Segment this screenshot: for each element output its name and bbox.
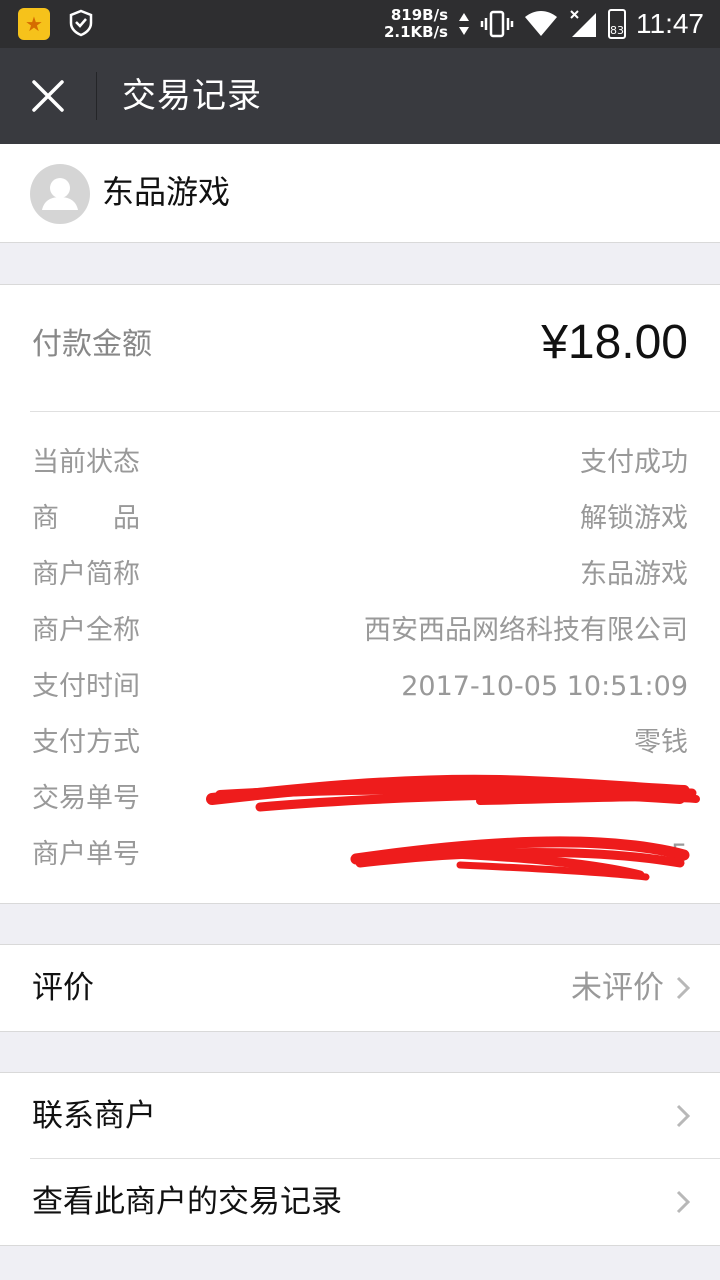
detail-value: 零钱 [634,727,688,758]
detail-value: 解锁游戏 [580,503,688,534]
battery-icon: 83 [608,9,626,39]
detail-row-merchant-short: 商户简称 东品游戏 [32,555,688,595]
merchant-history-label: 查看此商户的交易记录 [32,1184,342,1220]
title-bar: 交易记录 [0,48,720,144]
merchant-header[interactable]: 东品游戏 [0,144,720,243]
detail-label: 商 品 [32,503,140,534]
chevron-right-icon [676,976,690,1000]
network-speed: 819B/s 2.1KB/s [384,7,448,41]
contact-merchant-item[interactable]: 联系商户 [0,1073,720,1159]
page-title: 交易记录 [122,76,262,116]
status-bar: ★ 819B/s 2.1KB/s 83 11:47 [0,0,720,48]
review-label: 评价 [32,970,94,1006]
detail-row-product: 商 品 解锁游戏 [32,499,688,539]
close-button[interactable] [26,74,70,118]
detail-row-merchant-full: 商户全称 西安西品网络科技有限公司 [32,611,688,651]
detail-row-status: 当前状态 支付成功 [32,443,688,483]
title-divider [96,72,97,120]
close-icon [32,80,64,112]
data-arrows-icon [459,13,469,35]
clock: 11:47 [636,8,704,39]
payment-details: 付款金额 ¥18.00 当前状态 支付成功 商 品 解锁游戏 商户简称 东品游戏… [0,284,720,904]
detail-row-pay-time: 支付时间 2017-10-05 10:51:09 [32,667,688,707]
detail-label: 商户单号 [32,839,140,870]
vibrate-icon [480,10,514,38]
amount-label: 付款金额 [32,327,152,362]
amount-value: ¥18.00 [541,316,688,369]
detail-value: 东品游戏 [580,559,688,590]
system-indicators: 819B/s 2.1KB/s 83 11:47 [384,4,704,44]
detail-row-pay-method: 支付方式 零钱 [32,723,688,763]
detail-value: 西安西品网络科技有限公司 [364,615,688,646]
detail-label: 支付时间 [32,671,140,702]
detail-value: 2017-10-05 10:51:09 [401,671,688,702]
notification-icons: ★ [18,8,96,40]
detail-label: 支付方式 [32,727,140,758]
contact-merchant-label: 联系商户 [32,1098,156,1134]
detail-label: 交易单号 [32,783,140,814]
signal-icon [570,10,596,37]
detail-label: 商户全称 [32,615,140,646]
review-item[interactable]: 评价 未评价 [0,945,720,1031]
download-speed: 2.1KB/s [383,23,448,41]
detail-label: 当前状态 [32,447,140,478]
chevron-right-icon [676,1104,690,1128]
review-section: 评价 未评价 [0,944,720,1032]
redaction-scribble [206,774,700,881]
upload-speed: 819B/s [390,6,448,24]
merchant-history-item[interactable]: 查看此商户的交易记录 [0,1159,720,1245]
merchant-name: 东品游戏 [102,173,231,211]
shield-icon [66,8,96,38]
battery-level: 83 [610,24,624,37]
app-notification-icon: ★ [18,8,50,40]
merchant-actions: 联系商户 查看此商户的交易记录 [0,1072,720,1246]
review-status: 未评价 [571,970,664,1006]
avatar [30,164,90,224]
detail-value: 支付成功 [580,447,688,478]
chevron-right-icon [676,1190,690,1214]
detail-label: 商户简称 [32,559,140,590]
user-icon [42,178,78,210]
wifi-icon [525,11,557,36]
amount-divider [30,411,720,412]
